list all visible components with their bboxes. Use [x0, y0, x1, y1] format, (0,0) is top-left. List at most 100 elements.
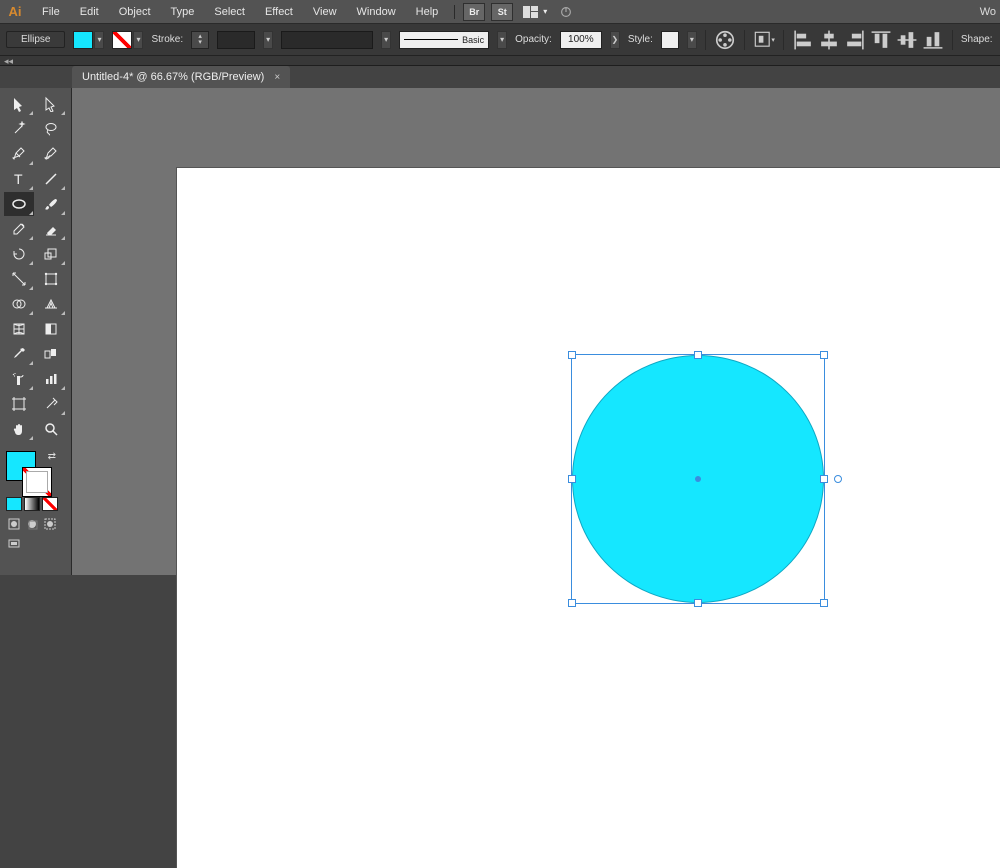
- menu-select[interactable]: Select: [204, 0, 255, 23]
- opacity-dropdown[interactable]: ❯: [610, 31, 620, 49]
- none-mode-button[interactable]: [42, 497, 58, 511]
- gradient-mode-button[interactable]: [24, 497, 40, 511]
- menu-extras: Br St ▾: [463, 3, 577, 21]
- menu-view[interactable]: View: [303, 0, 347, 23]
- blend-tool[interactable]: [36, 342, 66, 366]
- draw-mode-buttons: [4, 517, 67, 531]
- menu-edit[interactable]: Edit: [70, 0, 109, 23]
- pen-tool[interactable]: [4, 142, 34, 166]
- free-transform-tool[interactable]: [36, 267, 66, 291]
- stroke-dropdown[interactable]: ▾: [133, 31, 143, 49]
- swap-fill-stroke-icon[interactable]: ⇄: [48, 451, 56, 462]
- fill-dropdown[interactable]: ▾: [94, 31, 104, 49]
- line-segment-tool[interactable]: [36, 167, 66, 191]
- shaper-tool[interactable]: [4, 217, 34, 241]
- symbol-sprayer-tool[interactable]: [4, 367, 34, 391]
- align-left-button[interactable]: [792, 30, 814, 50]
- fill-color-swatch[interactable]: [73, 31, 93, 49]
- menu-help[interactable]: Help: [406, 0, 449, 23]
- canvas-area[interactable]: [72, 88, 1000, 575]
- menu-bar: Ai File Edit Object Type Select Effect V…: [0, 0, 1000, 24]
- stroke-color-swatch[interactable]: [112, 31, 132, 49]
- resize-handle-top-middle[interactable]: [694, 351, 702, 359]
- selection-tool[interactable]: [4, 92, 34, 116]
- artboard-tool[interactable]: [4, 392, 34, 416]
- separator: [454, 5, 455, 19]
- menu-effect[interactable]: Effect: [255, 0, 303, 23]
- perspective-grid-tool[interactable]: [36, 292, 66, 316]
- draw-behind-button[interactable]: [24, 517, 40, 531]
- variable-width-dropdown[interactable]: ▾: [381, 31, 391, 49]
- ellipse-tool[interactable]: [4, 192, 34, 216]
- type-tool[interactable]: T: [4, 167, 34, 191]
- style-dropdown[interactable]: ▾: [687, 31, 697, 49]
- resize-handle-middle-left[interactable]: [568, 475, 576, 483]
- pie-widget-handle[interactable]: [834, 475, 842, 483]
- collapse-chevron-icon: ◂◂: [4, 56, 13, 67]
- menu-type[interactable]: Type: [161, 0, 205, 23]
- opacity-value[interactable]: 100%: [560, 31, 602, 49]
- screen-mode-button[interactable]: [6, 537, 22, 551]
- style-swatch[interactable]: [661, 31, 679, 49]
- resize-handle-bottom-middle[interactable]: [694, 599, 702, 607]
- stroke-weight-stepper[interactable]: ▴▾: [191, 31, 209, 49]
- stroke-weight-dropdown[interactable]: ▾: [263, 31, 273, 49]
- variable-width-profile[interactable]: [281, 31, 373, 49]
- selection-mode-label[interactable]: Ellipse: [6, 31, 65, 48]
- align-vcenter-button[interactable]: [896, 30, 918, 50]
- draw-normal-button[interactable]: [6, 517, 22, 531]
- menu-window[interactable]: Window: [347, 0, 406, 23]
- panel-collapse-strip[interactable]: ◂◂: [0, 56, 1000, 66]
- bridge-button[interactable]: Br: [463, 3, 485, 21]
- brush-definition[interactable]: Basic: [399, 31, 489, 49]
- fill-stroke-indicator[interactable]: ⇄: [4, 449, 64, 495]
- selected-shape[interactable]: [572, 355, 824, 603]
- resize-handle-middle-right[interactable]: [820, 475, 828, 483]
- width-tool[interactable]: [4, 267, 34, 291]
- brush-dropdown[interactable]: ▾: [497, 31, 507, 49]
- arrange-documents-button[interactable]: ▾: [519, 3, 549, 21]
- resize-handle-top-right[interactable]: [820, 351, 828, 359]
- resize-handle-top-left[interactable]: [568, 351, 576, 359]
- stroke-weight-value[interactable]: [217, 31, 255, 49]
- align-top-button[interactable]: [870, 30, 892, 50]
- column-graph-tool[interactable]: [36, 367, 66, 391]
- align-hcenter-button[interactable]: [818, 30, 840, 50]
- slice-tool[interactable]: [36, 392, 66, 416]
- recolor-artwork-button[interactable]: [714, 30, 736, 50]
- align-bottom-button[interactable]: [922, 30, 944, 50]
- direct-selection-tool[interactable]: [36, 92, 66, 116]
- gradient-tool[interactable]: [36, 317, 66, 341]
- document-tabs: Untitled-4* @ 66.67% (RGB/Preview) ×: [0, 66, 1000, 88]
- magic-wand-tool[interactable]: [4, 117, 34, 141]
- draw-inside-button[interactable]: [42, 517, 58, 531]
- center-point-icon[interactable]: [695, 476, 701, 482]
- separator: [783, 30, 784, 50]
- paintbrush-tool[interactable]: [36, 192, 66, 216]
- zoom-tool[interactable]: [36, 417, 66, 441]
- close-tab-button[interactable]: ×: [274, 72, 280, 83]
- stroke-label: Stroke:: [151, 34, 183, 45]
- align-right-button[interactable]: [844, 30, 866, 50]
- color-mode-button[interactable]: [6, 497, 22, 511]
- resize-handle-bottom-right[interactable]: [820, 599, 828, 607]
- gpu-preview-button[interactable]: [555, 3, 577, 21]
- align-to-button[interactable]: ▾: [753, 30, 775, 50]
- workspace-label[interactable]: Wo: [976, 0, 1000, 24]
- eyedropper-tool[interactable]: [4, 342, 34, 366]
- rotate-tool[interactable]: [4, 242, 34, 266]
- hand-tool[interactable]: [4, 417, 34, 441]
- eraser-tool[interactable]: [36, 217, 66, 241]
- mesh-tool[interactable]: [4, 317, 34, 341]
- artboard[interactable]: [177, 168, 1000, 868]
- shape-builder-tool[interactable]: [4, 292, 34, 316]
- resize-handle-bottom-left[interactable]: [568, 599, 576, 607]
- stock-button[interactable]: St: [491, 3, 513, 21]
- stroke-indicator[interactable]: [22, 467, 52, 497]
- menu-file[interactable]: File: [32, 0, 70, 23]
- menu-object[interactable]: Object: [109, 0, 161, 23]
- scale-tool[interactable]: [36, 242, 66, 266]
- document-tab[interactable]: Untitled-4* @ 66.67% (RGB/Preview) ×: [72, 66, 290, 88]
- lasso-tool[interactable]: [36, 117, 66, 141]
- curvature-tool[interactable]: [36, 142, 66, 166]
